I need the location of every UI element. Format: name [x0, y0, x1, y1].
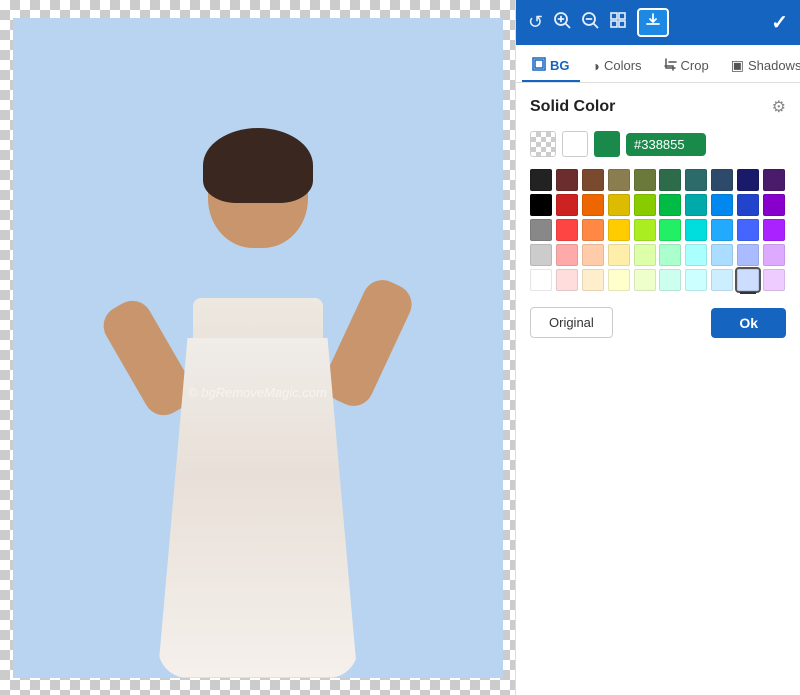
color-cell[interactable]	[737, 244, 759, 266]
download-button[interactable]	[637, 8, 669, 37]
action-buttons: Original Ok	[530, 307, 786, 338]
color-cell[interactable]	[763, 169, 785, 191]
color-cell[interactable]	[685, 219, 707, 241]
color-cell[interactable]	[530, 269, 552, 291]
color-cell[interactable]	[659, 169, 681, 191]
color-cell[interactable]	[763, 194, 785, 216]
color-cell[interactable]	[608, 219, 630, 241]
colors-tab-icon: ◑	[592, 58, 600, 74]
fit-icon[interactable]	[609, 11, 627, 34]
solid-color-title: Solid Color	[530, 98, 615, 116]
color-cell[interactable]	[530, 194, 552, 216]
bg-tab-icon	[532, 57, 546, 74]
color-cell[interactable]	[634, 219, 656, 241]
color-cell[interactable]	[659, 244, 681, 266]
shadows-tab-icon: ▣	[731, 57, 744, 74]
color-cell[interactable]	[634, 194, 656, 216]
green-swatch[interactable]	[594, 131, 620, 157]
color-cell[interactable]	[556, 194, 578, 216]
color-cell[interactable]	[530, 219, 552, 241]
color-cell[interactable]	[659, 194, 681, 216]
solid-color-section: Solid Color ⚙ Original Ok	[516, 83, 800, 695]
color-grid	[530, 169, 786, 291]
color-cell[interactable]	[711, 269, 733, 291]
white-swatch[interactable]	[562, 131, 588, 157]
transparent-swatch[interactable]	[530, 131, 556, 157]
toolbar: ↺	[516, 0, 800, 45]
color-cell[interactable]	[582, 194, 604, 216]
confirm-button[interactable]: ✓	[771, 10, 788, 35]
solid-color-header: Solid Color ⚙	[530, 97, 786, 117]
image-container: © bgRemoveMagic.com	[13, 18, 503, 678]
tab-colors[interactable]: ◑ Colors	[582, 51, 652, 82]
color-cell[interactable]	[608, 244, 630, 266]
watermark: © bgRemoveMagic.com	[188, 385, 327, 400]
tab-crop-label: Crop	[681, 58, 709, 73]
color-cell[interactable]	[763, 244, 785, 266]
right-panel: ↺	[515, 0, 800, 695]
color-cell[interactable]	[711, 194, 733, 216]
canvas-area: © bgRemoveMagic.com	[0, 0, 515, 695]
color-cell[interactable]	[608, 269, 630, 291]
color-cell[interactable]	[737, 169, 759, 191]
color-cell[interactable]	[659, 269, 681, 291]
tab-crop[interactable]: Crop	[654, 51, 719, 82]
zoom-out-icon[interactable]	[581, 11, 599, 34]
ok-button[interactable]: Ok	[711, 308, 786, 338]
crop-tab-icon	[664, 58, 677, 74]
tab-bg[interactable]: BG	[522, 51, 580, 82]
color-cell[interactable]	[582, 269, 604, 291]
tab-shadows-label: Shadows	[748, 58, 800, 73]
color-cell[interactable]	[737, 269, 759, 291]
color-cell[interactable]	[685, 269, 707, 291]
color-cell[interactable]	[582, 169, 604, 191]
tabs: BG ◑ Colors Crop ▣ Shadows	[516, 45, 800, 83]
color-cell[interactable]	[737, 194, 759, 216]
color-cell[interactable]	[556, 219, 578, 241]
color-cell[interactable]	[763, 269, 785, 291]
color-cell[interactable]	[556, 244, 578, 266]
color-cell[interactable]	[685, 194, 707, 216]
arm-right	[317, 273, 417, 412]
color-cell[interactable]	[737, 219, 759, 241]
color-picker-row	[530, 131, 786, 157]
color-cell[interactable]	[634, 269, 656, 291]
hair	[203, 128, 313, 203]
color-cell[interactable]	[711, 219, 733, 241]
color-cell[interactable]	[685, 169, 707, 191]
color-cell[interactable]	[582, 244, 604, 266]
color-cell[interactable]	[711, 244, 733, 266]
color-cell[interactable]	[634, 244, 656, 266]
gear-icon[interactable]: ⚙	[772, 97, 786, 117]
color-cell[interactable]	[556, 169, 578, 191]
tab-shadows[interactable]: ▣ Shadows	[721, 51, 800, 82]
color-cell[interactable]	[634, 169, 656, 191]
original-button[interactable]: Original	[530, 307, 613, 338]
color-cell[interactable]	[763, 219, 785, 241]
color-cell[interactable]	[608, 194, 630, 216]
zoom-in-icon[interactable]	[553, 11, 571, 34]
color-cell[interactable]	[530, 169, 552, 191]
color-cell[interactable]	[659, 219, 681, 241]
color-cell[interactable]	[685, 244, 707, 266]
color-cell[interactable]	[711, 169, 733, 191]
tab-colors-label: Colors	[604, 58, 642, 73]
color-cell[interactable]	[608, 169, 630, 191]
tab-bg-label: BG	[550, 58, 570, 73]
color-cell[interactable]	[582, 219, 604, 241]
hex-input[interactable]	[626, 133, 706, 156]
color-cell[interactable]	[556, 269, 578, 291]
undo-icon[interactable]: ↺	[528, 12, 543, 33]
toolbar-left: ↺	[528, 8, 669, 37]
color-cell[interactable]	[530, 244, 552, 266]
